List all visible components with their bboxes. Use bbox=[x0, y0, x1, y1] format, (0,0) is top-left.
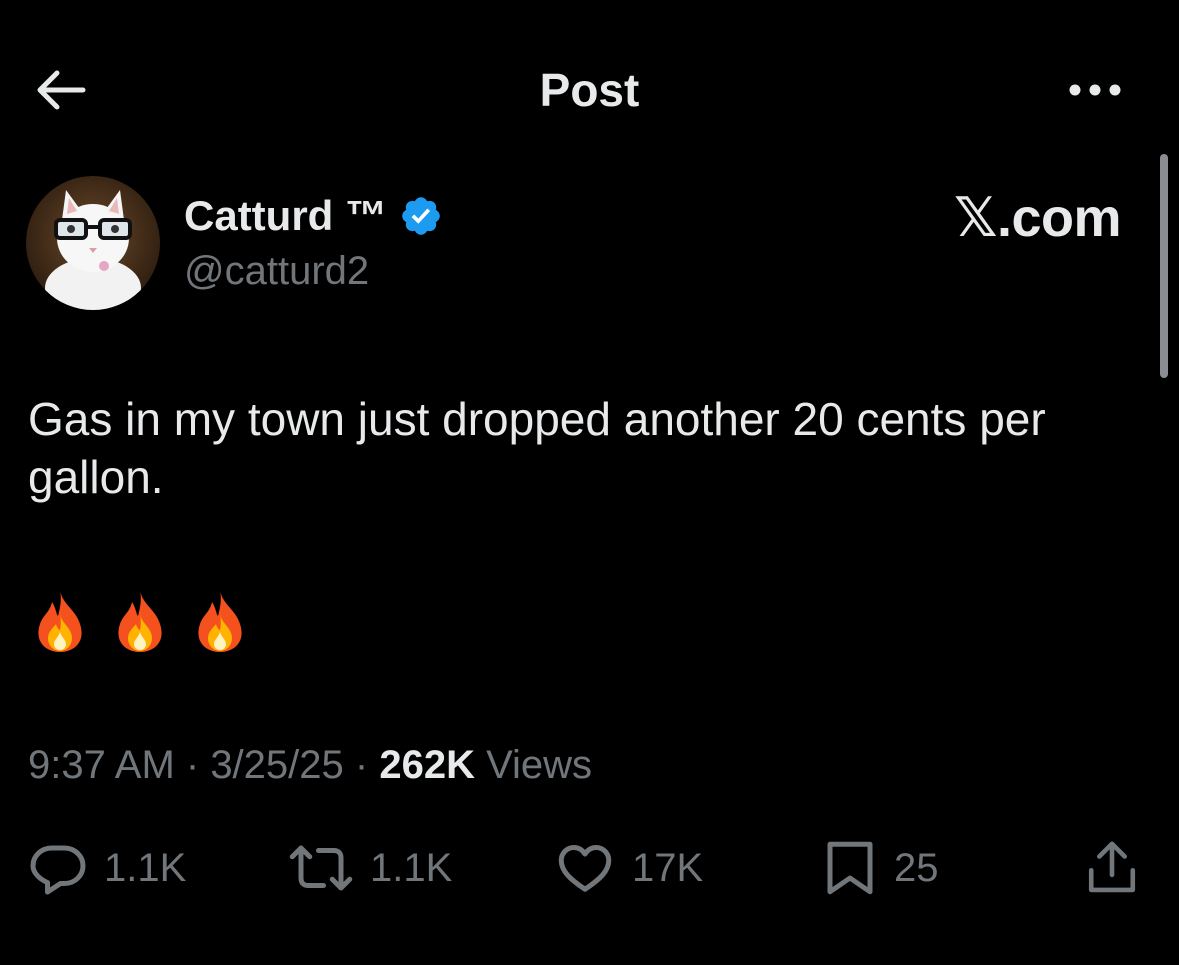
action-bar: 1.1K 1.1K 17K 25 bbox=[0, 836, 1179, 900]
top-bar: Post bbox=[0, 0, 1179, 180]
tweet-time[interactable]: 9:37 AM bbox=[28, 743, 175, 787]
arrow-left-icon bbox=[37, 70, 86, 110]
reply-button[interactable]: 1.1K bbox=[28, 836, 186, 900]
bookmark-count: 25 bbox=[894, 846, 939, 890]
heart-icon bbox=[558, 845, 612, 892]
author-handle[interactable]: @catturd2 bbox=[184, 248, 369, 294]
page-title: Post bbox=[539, 64, 640, 116]
author-name-row: Catturd ™ bbox=[184, 190, 443, 242]
repost-count: 1.1K bbox=[370, 846, 453, 890]
tweet-date[interactable]: 3/25/25 bbox=[210, 743, 343, 787]
tweet-emojis bbox=[32, 588, 248, 654]
back-button[interactable] bbox=[30, 62, 90, 118]
bookmark-icon bbox=[827, 841, 873, 895]
meta-separator: · bbox=[343, 743, 380, 787]
reply-count: 1.1K bbox=[104, 846, 187, 890]
share-button[interactable] bbox=[1082, 836, 1142, 900]
tweet-text: Gas in my town just dropped another 20 c… bbox=[28, 393, 1059, 503]
like-button[interactable]: 17K bbox=[554, 836, 703, 900]
cat-with-glasses-avatar bbox=[26, 176, 160, 310]
fire-emoji-icon bbox=[38, 590, 82, 652]
fire-emoji-icon bbox=[198, 590, 242, 652]
tweet-meta: 9:37 AM · 3/25/25 · 262K Views bbox=[28, 740, 592, 790]
repost-icon bbox=[289, 845, 353, 891]
share-icon bbox=[1088, 841, 1136, 893]
author-display-name[interactable]: Catturd ™ bbox=[184, 190, 387, 242]
like-count: 17K bbox=[632, 846, 704, 890]
views-label[interactable]: Views bbox=[475, 743, 592, 787]
meta-separator: · bbox=[174, 743, 211, 787]
reply-icon bbox=[30, 845, 86, 895]
more-dots-icon bbox=[1069, 84, 1121, 96]
repost-button[interactable]: 1.1K bbox=[288, 836, 452, 900]
source-label: 𝕏.com bbox=[953, 188, 1122, 248]
fire-emoji-icon bbox=[118, 590, 162, 652]
views-count[interactable]: 262K bbox=[379, 743, 475, 787]
more-options-button[interactable] bbox=[1060, 70, 1130, 110]
scrollbar[interactable] bbox=[1160, 154, 1168, 378]
avatar[interactable] bbox=[26, 176, 160, 310]
bookmark-button[interactable]: 25 bbox=[822, 836, 939, 900]
verified-badge-icon[interactable] bbox=[399, 194, 443, 238]
